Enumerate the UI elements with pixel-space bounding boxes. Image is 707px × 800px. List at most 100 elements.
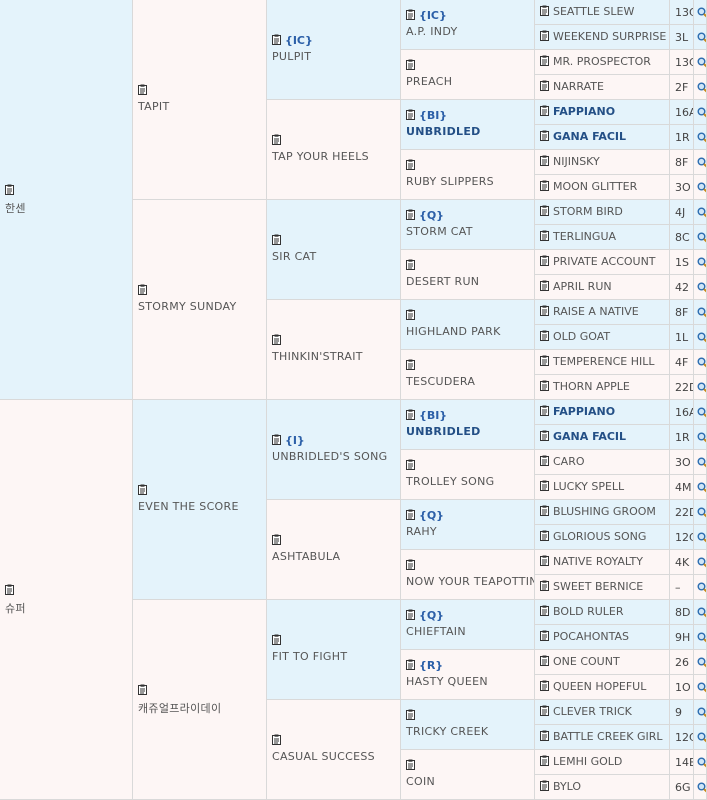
clipboard-icon[interactable] — [272, 334, 281, 345]
clipboard-icon[interactable] — [406, 109, 415, 120]
clipboard-icon[interactable] — [5, 184, 14, 195]
horse-name-link[interactable]: POCAHONTAS — [553, 630, 629, 643]
clipboard-icon[interactable] — [406, 309, 415, 320]
search-icon[interactable] — [697, 532, 706, 543]
horse-name-link[interactable]: CHIEFTAIN — [406, 625, 466, 638]
horse-name-link[interactable]: THORN APPLE — [553, 380, 630, 393]
horse-name-link[interactable]: 한센 — [5, 200, 26, 216]
horse-name-link[interactable]: DESERT RUN — [406, 275, 479, 288]
search-icon[interactable] — [697, 507, 706, 518]
horse-name-link[interactable]: NATIVE ROYALTY — [553, 555, 643, 568]
clipboard-icon[interactable] — [540, 180, 549, 191]
clipboard-icon[interactable] — [272, 434, 281, 445]
clipboard-icon[interactable] — [406, 609, 415, 620]
clipboard-icon[interactable] — [272, 534, 281, 545]
clipboard-icon[interactable] — [540, 230, 549, 241]
clipboard-icon[interactable] — [406, 509, 415, 520]
clipboard-icon[interactable] — [406, 59, 415, 70]
horse-name-link[interactable]: TERLINGUA — [553, 230, 616, 243]
horse-name-link[interactable]: PRIVATE ACCOUNT — [553, 255, 656, 268]
clipboard-icon[interactable] — [406, 459, 415, 470]
clipboard-icon[interactable] — [540, 555, 549, 566]
search-icon[interactable] — [697, 182, 706, 193]
search-icon[interactable] — [697, 332, 706, 343]
clipboard-icon[interactable] — [406, 409, 415, 420]
horse-name-link[interactable]: THINKIN'STRAIT — [272, 350, 363, 363]
horse-name-link[interactable]: ASHTABULA — [272, 550, 340, 563]
clipboard-icon[interactable] — [540, 305, 549, 316]
search-icon[interactable] — [697, 607, 706, 618]
clipboard-icon[interactable] — [540, 705, 549, 716]
search-icon[interactable] — [697, 732, 706, 743]
horse-name-link[interactable]: CLEVER TRICK — [553, 705, 632, 718]
horse-name-link[interactable]: QUEEN HOPEFUL — [553, 680, 646, 693]
clipboard-icon[interactable] — [272, 134, 281, 145]
search-icon[interactable] — [697, 282, 706, 293]
clipboard-icon[interactable] — [540, 430, 549, 441]
clipboard-icon[interactable] — [540, 355, 549, 366]
search-icon[interactable] — [697, 107, 706, 118]
clipboard-icon[interactable] — [406, 559, 415, 570]
horse-name-link[interactable]: EVEN THE SCORE — [138, 500, 239, 513]
horse-name-link[interactable]: 슈퍼 — [5, 600, 26, 616]
search-icon[interactable] — [697, 407, 706, 418]
clipboard-icon[interactable] — [540, 5, 549, 16]
horse-name-link[interactable]: RAISE A NATIVE — [553, 305, 639, 318]
horse-name-link[interactable]: MOON GLITTER — [553, 180, 637, 193]
clipboard-icon[interactable] — [540, 330, 549, 341]
horse-name-link[interactable]: TAPIT — [138, 100, 170, 113]
clipboard-icon[interactable] — [138, 284, 147, 295]
search-icon[interactable] — [697, 7, 706, 18]
clipboard-icon[interactable] — [540, 155, 549, 166]
search-icon[interactable] — [697, 57, 706, 68]
search-icon[interactable] — [697, 682, 706, 693]
horse-name-link[interactable]: OLD GOAT — [553, 330, 610, 343]
horse-name-link[interactable]: ONE COUNT — [553, 655, 620, 668]
horse-name-link[interactable]: GANA FACIL — [553, 130, 626, 143]
clipboard-icon[interactable] — [540, 280, 549, 291]
horse-name-link[interactable]: SEATTLE SLEW — [553, 5, 634, 18]
clipboard-icon[interactable] — [272, 634, 281, 645]
clipboard-icon[interactable] — [406, 209, 415, 220]
clipboard-icon[interactable] — [540, 780, 549, 791]
search-icon[interactable] — [697, 82, 706, 93]
horse-name-link[interactable]: MR. PROSPECTOR — [553, 55, 651, 68]
horse-name-link[interactable]: STORM CAT — [406, 225, 473, 238]
clipboard-icon[interactable] — [540, 255, 549, 266]
clipboard-icon[interactable] — [540, 380, 549, 391]
clipboard-icon[interactable] — [138, 484, 147, 495]
search-icon[interactable] — [697, 707, 706, 718]
search-icon[interactable] — [697, 782, 706, 793]
horse-name-link[interactable]: CARO — [553, 455, 585, 468]
horse-name-link[interactable]: HIGHLAND PARK — [406, 325, 501, 338]
horse-name-link[interactable]: FIT TO FIGHT — [272, 650, 347, 663]
clipboard-icon[interactable] — [540, 405, 549, 416]
clipboard-icon[interactable] — [272, 234, 281, 245]
clipboard-icon[interactable] — [272, 734, 281, 745]
horse-name-link[interactable]: WEEKEND SURPRISE — [553, 30, 666, 43]
clipboard-icon[interactable] — [540, 105, 549, 116]
clipboard-icon[interactable] — [540, 630, 549, 641]
horse-name-link[interactable]: TROLLEY SONG — [406, 475, 494, 488]
clipboard-icon[interactable] — [540, 505, 549, 516]
horse-name-link[interactable]: UNBRIDLED — [406, 425, 481, 438]
horse-name-link[interactable]: FAPPIANO — [553, 105, 615, 118]
horse-name-link[interactable]: STORM BIRD — [553, 205, 623, 218]
horse-name-link[interactable]: BLUSHING GROOM — [553, 505, 656, 518]
search-icon[interactable] — [697, 157, 706, 168]
clipboard-icon[interactable] — [406, 159, 415, 170]
clipboard-icon[interactable] — [540, 130, 549, 141]
horse-name-link[interactable]: GLORIOUS SONG — [553, 530, 646, 543]
horse-name-link[interactable]: NOW YOUR TEAPOTTIN — [406, 575, 534, 588]
horse-name-link[interactable]: TAP YOUR HEELS — [272, 150, 369, 163]
clipboard-icon[interactable] — [406, 659, 415, 670]
search-icon[interactable] — [697, 32, 706, 43]
horse-name-link[interactable]: CASUAL SUCCESS — [272, 750, 375, 763]
clipboard-icon[interactable] — [406, 759, 415, 770]
search-icon[interactable] — [697, 207, 706, 218]
clipboard-icon[interactable] — [5, 584, 14, 595]
search-icon[interactable] — [697, 557, 706, 568]
search-icon[interactable] — [697, 757, 706, 768]
horse-name-link[interactable]: PULPIT — [272, 50, 313, 63]
clipboard-icon[interactable] — [540, 30, 549, 41]
